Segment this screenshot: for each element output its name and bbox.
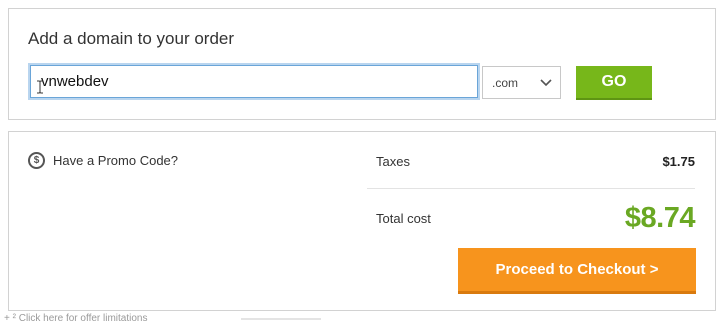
domain-panel: Add a domain to your order .com GO xyxy=(8,8,716,120)
text-cursor-icon xyxy=(37,80,43,94)
go-button[interactable]: GO xyxy=(576,66,652,100)
proceed-to-checkout-button[interactable]: Proceed to Checkout > xyxy=(458,248,696,294)
chevron-down-icon xyxy=(540,78,552,86)
tld-selected-value: .com xyxy=(492,75,519,90)
taxes-row: Taxes $1.75 xyxy=(367,154,695,189)
domain-panel-title: Add a domain to your order xyxy=(28,29,235,48)
taxes-value: $1.75 xyxy=(662,154,695,169)
domain-search-input[interactable] xyxy=(30,65,478,98)
order-summary-panel: $ Have a Promo Code? Taxes $1.75 Total c… xyxy=(8,131,716,311)
promo-code-link[interactable]: $ Have a Promo Code? xyxy=(28,152,178,169)
total-cost-label: Total cost xyxy=(376,210,431,226)
total-cost-value: $8.74 xyxy=(624,201,696,234)
tld-select[interactable]: .com xyxy=(482,66,561,99)
footer-divider xyxy=(241,318,321,320)
taxes-label: Taxes xyxy=(376,154,410,169)
dollar-circle-icon: $ xyxy=(28,152,45,169)
promo-code-label: Have a Promo Code? xyxy=(53,153,179,168)
total-cost-row: Total cost $8.74 xyxy=(367,198,696,238)
footer-fine-print: + ² Click here for offer limitations xyxy=(4,313,148,322)
